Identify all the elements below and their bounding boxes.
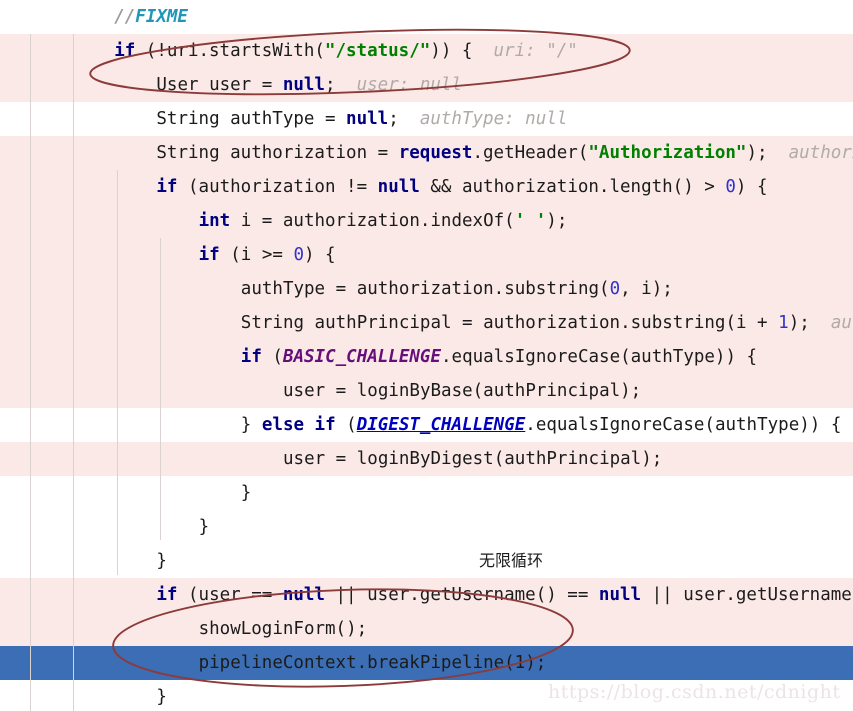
- code-token-plain: }: [240, 483, 252, 503]
- code-token-plain: ;: [324, 75, 336, 95]
- code-token-plain: String authorization =: [156, 143, 399, 163]
- code-token-plain: String authType =: [156, 109, 347, 129]
- code-token-plain: .getHeader(: [472, 143, 589, 163]
- csdn-blog-watermark: https://blog.csdn.net/cdnight: [548, 681, 841, 703]
- code-token-cmt-b: FIXME: [135, 7, 188, 27]
- code-token-plain: , i);: [620, 279, 673, 299]
- code-token-plain: showLoginForm();: [198, 619, 368, 639]
- code-token-kw: if: [240, 347, 262, 367]
- code-token-plain: && authorization.length() >: [419, 177, 726, 197]
- code-token-kw: if: [156, 177, 178, 197]
- code-token-kw: null: [346, 109, 389, 129]
- code-token-plain: );: [525, 653, 547, 673]
- code-token-kw: if: [198, 245, 220, 265]
- code-line[interactable]: authType = authorization.substring(0, i)…: [241, 272, 673, 306]
- code-token-plain: ;: [388, 109, 399, 129]
- code-token-plain: )) {: [430, 41, 473, 61]
- code-line[interactable]: //FIXME: [114, 0, 188, 34]
- code-token-plain: (: [335, 415, 357, 435]
- code-line[interactable]: user = loginByBase(authPrincipal);: [283, 374, 641, 408]
- code-token-str: "/status/": [324, 41, 431, 61]
- code-token-kw: request: [398, 143, 473, 163]
- code-line[interactable]: String authType = null; authType: null: [156, 102, 567, 136]
- code-token-plain: ) {: [735, 177, 768, 197]
- code-token-plain: }: [198, 517, 210, 537]
- code-token-cmt: //: [114, 7, 136, 27]
- code-token-hint: uri: "/": [472, 41, 578, 61]
- code-token-kw: null: [282, 585, 325, 605]
- code-token-plain: (: [261, 347, 283, 367]
- code-line[interactable]: user = loginByDigest(authPrincipal);: [283, 442, 662, 476]
- code-token-plain: }: [156, 551, 167, 571]
- code-token-kw: null: [598, 585, 642, 605]
- code-token-kw: null: [282, 75, 325, 95]
- code-line[interactable]: }: [241, 476, 252, 510]
- code-token-plain: user = loginByBase(authPrincipal);: [283, 381, 642, 401]
- code-token-str: "Authorization": [588, 143, 747, 163]
- code-token-plain: 1: [514, 653, 526, 673]
- code-token-plain: User user =: [156, 75, 283, 95]
- code-token-plain: ) {: [303, 245, 336, 265]
- code-token-kw: if: [156, 585, 178, 605]
- code-token-kw: else if: [261, 415, 336, 435]
- indent-guide-0: [30, 34, 31, 711]
- code-token-hint: authori: [767, 143, 853, 163]
- code-line[interactable]: }: [199, 510, 210, 544]
- modified-line-highlight: [0, 238, 853, 272]
- code-line[interactable]: User user = null; user: null: [156, 68, 462, 102]
- code-line[interactable]: String authorization = request.getHeader…: [156, 136, 853, 170]
- code-line[interactable]: if (!uri.startsWith("/status/")) { uri: …: [114, 34, 578, 68]
- code-token-kw: if: [114, 41, 136, 61]
- code-token-plain: (user ==: [177, 585, 283, 605]
- code-token-num: 0: [609, 279, 621, 299]
- code-line[interactable]: }: [156, 680, 167, 711]
- code-token-plain: (i >=: [219, 245, 294, 265]
- indent-guide-2: [117, 170, 118, 575]
- code-token-plain: || user.getUsername(: [641, 585, 853, 605]
- code-token-plain: user = loginByDigest(authPrincipal);: [283, 449, 663, 469]
- code-token-kw: null: [377, 177, 420, 197]
- code-token-fld-u: DIGEST_CHALLENGE: [356, 415, 526, 435]
- code-token-plain: || user.getUsername() ==: [324, 585, 599, 605]
- code-line[interactable]: }: [156, 544, 167, 578]
- chinese-annotation-note: 无限循环: [479, 551, 544, 570]
- indent-guide-1: [73, 34, 74, 711]
- code-token-fld: BASIC_CHALLENGE: [282, 347, 441, 367]
- code-token-plain: authType = authorization.substring(: [240, 279, 610, 299]
- code-token-plain: .equalsIgnoreCase(authType)) {: [441, 347, 758, 367]
- code-line[interactable]: if (BASIC_CHALLENGE.equalsIgnoreCase(aut…: [241, 340, 757, 374]
- code-token-str: ' ': [514, 211, 547, 231]
- code-token-plain: }: [156, 687, 167, 707]
- code-token-hint: aut: [830, 313, 853, 333]
- code-line[interactable]: int i = authorization.indexOf(' ');: [199, 204, 568, 238]
- indent-guide-3: [160, 238, 161, 540]
- code-line[interactable]: showLoginForm();: [199, 612, 368, 646]
- modified-line-highlight: [0, 612, 853, 646]
- code-token-plain: String authPrincipal = authorization.sub…: [240, 313, 779, 333]
- code-token-hint: authType: null: [398, 109, 568, 129]
- code-token-plain: (authorization !=: [177, 177, 378, 197]
- code-line[interactable]: } else if (DIGEST_CHALLENGE.equalsIgnore…: [241, 408, 842, 442]
- code-token-kw: int: [198, 211, 231, 231]
- code-token-hint: user: null: [335, 75, 462, 95]
- code-line[interactable]: pipelineContext.breakPipeline(1);: [199, 646, 547, 680]
- code-line[interactable]: if (user == null || user.getUsername() =…: [156, 578, 853, 612]
- code-token-plain: .equalsIgnoreCase(authType)) {: [525, 415, 842, 435]
- code-token-plain: );: [788, 313, 810, 333]
- code-line[interactable]: if (authorization != null && authorizati…: [156, 170, 767, 204]
- code-token-plain: }: [240, 415, 262, 435]
- code-token-num: 0: [725, 177, 736, 197]
- code-token-num: 0: [293, 245, 304, 265]
- code-token-plain: (!uri.startsWith(: [135, 41, 325, 61]
- code-token-plain: pipelineContext.breakPipeline(: [198, 653, 515, 673]
- code-token-plain: );: [546, 211, 568, 231]
- code-token-num: 1: [778, 313, 789, 333]
- code-token-plain: );: [746, 143, 768, 163]
- code-token-plain: i = authorization.indexOf(: [230, 211, 515, 231]
- code-editor-viewport[interactable]: //FIXME if (!uri.startsWith("/status/")) …: [0, 0, 853, 711]
- code-line[interactable]: if (i >= 0) {: [199, 238, 336, 272]
- code-line[interactable]: String authPrincipal = authorization.sub…: [241, 306, 853, 340]
